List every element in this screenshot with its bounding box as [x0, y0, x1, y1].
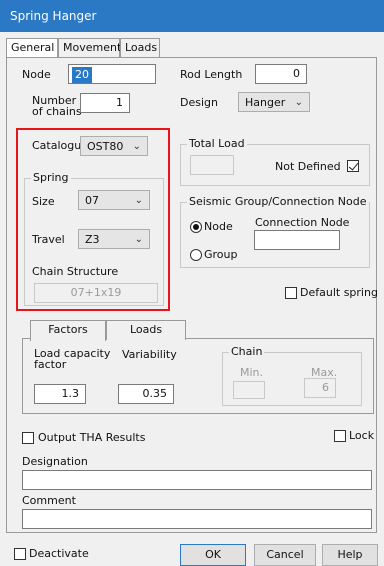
not-defined-checkbox[interactable]: [347, 160, 359, 172]
travel-label: Travel: [32, 233, 65, 246]
lock-label: Lock: [349, 429, 375, 442]
default-spring-label: Default spring: [300, 286, 378, 299]
chain-min-field: [233, 381, 265, 399]
group-radio-label: Group: [204, 248, 238, 261]
load-capacity-input[interactable]: 1.3: [34, 384, 86, 404]
chevron-down-icon: ⌄: [134, 234, 143, 245]
chain-structure-field: 07+1x19: [34, 283, 158, 303]
comment-label: Comment: [22, 494, 76, 507]
load-capacity-label: Load capacity factor: [34, 347, 111, 371]
travel-select[interactable]: Z3 ⌄: [78, 229, 150, 249]
node-radio[interactable]: [190, 221, 202, 233]
chain-max-field: 6: [304, 378, 336, 398]
tab-movements[interactable]: Movements: [58, 38, 127, 58]
lock-checkbox[interactable]: [334, 430, 346, 442]
node-radio-label: Node: [204, 220, 233, 233]
ok-button[interactable]: OK: [180, 544, 246, 566]
window-title: Spring Hanger: [10, 9, 97, 23]
deactivate-checkbox[interactable]: [14, 548, 26, 560]
subtab-factors[interactable]: Factors: [30, 320, 106, 341]
size-select[interactable]: 07 ⌄: [78, 190, 150, 210]
connection-node-label: Connection Node: [255, 216, 350, 229]
subpane-bottom-border: [22, 413, 374, 414]
tab-general[interactable]: General: [6, 38, 58, 59]
tab-loads[interactable]: Loads: [120, 38, 160, 58]
design-label: Design: [180, 96, 218, 109]
designation-label: Designation: [22, 455, 88, 468]
comment-input[interactable]: [22, 509, 372, 529]
help-button[interactable]: Help: [322, 544, 378, 566]
chains-label: Number of chains: [32, 94, 82, 118]
chain-min-label: Min.: [240, 366, 264, 379]
chain-structure-label: Chain Structure: [32, 265, 119, 278]
chains-input[interactable]: 1: [80, 93, 130, 113]
designation-input[interactable]: [22, 470, 372, 490]
size-label: Size: [32, 195, 55, 208]
rod-length-input[interactable]: 0: [255, 64, 307, 84]
connection-node-input[interactable]: [254, 230, 340, 250]
design-select[interactable]: Hanger ⌄: [238, 92, 310, 112]
default-spring-checkbox[interactable]: [285, 287, 297, 299]
output-tha-label: Output THA Results: [38, 431, 146, 444]
node-label: Node: [22, 68, 51, 81]
subpane-right-border: [373, 338, 374, 414]
node-value: 20: [72, 67, 92, 83]
catalogue-select[interactable]: OST80 ⌄: [80, 136, 148, 156]
total-load-field: [190, 155, 234, 175]
subpane-left-border: [22, 338, 23, 414]
cancel-button[interactable]: Cancel: [254, 544, 316, 566]
output-tha-checkbox[interactable]: [22, 432, 34, 444]
rod-length-label: Rod Length: [180, 68, 243, 81]
chevron-down-icon: ⌄: [134, 195, 143, 206]
subtab-loads[interactable]: Loads: [106, 320, 186, 340]
chevron-down-icon: ⌄: [294, 97, 303, 108]
title-bar: Spring Hanger: [0, 0, 384, 32]
variability-input[interactable]: 0.35: [118, 384, 174, 404]
chevron-down-icon: ⌄: [132, 141, 141, 152]
group-radio[interactable]: [190, 249, 202, 261]
deactivate-label: Deactivate: [29, 547, 89, 560]
variability-label: Variability: [122, 348, 177, 361]
not-defined-label: Not Defined: [275, 160, 341, 173]
node-input[interactable]: 20: [68, 64, 156, 84]
